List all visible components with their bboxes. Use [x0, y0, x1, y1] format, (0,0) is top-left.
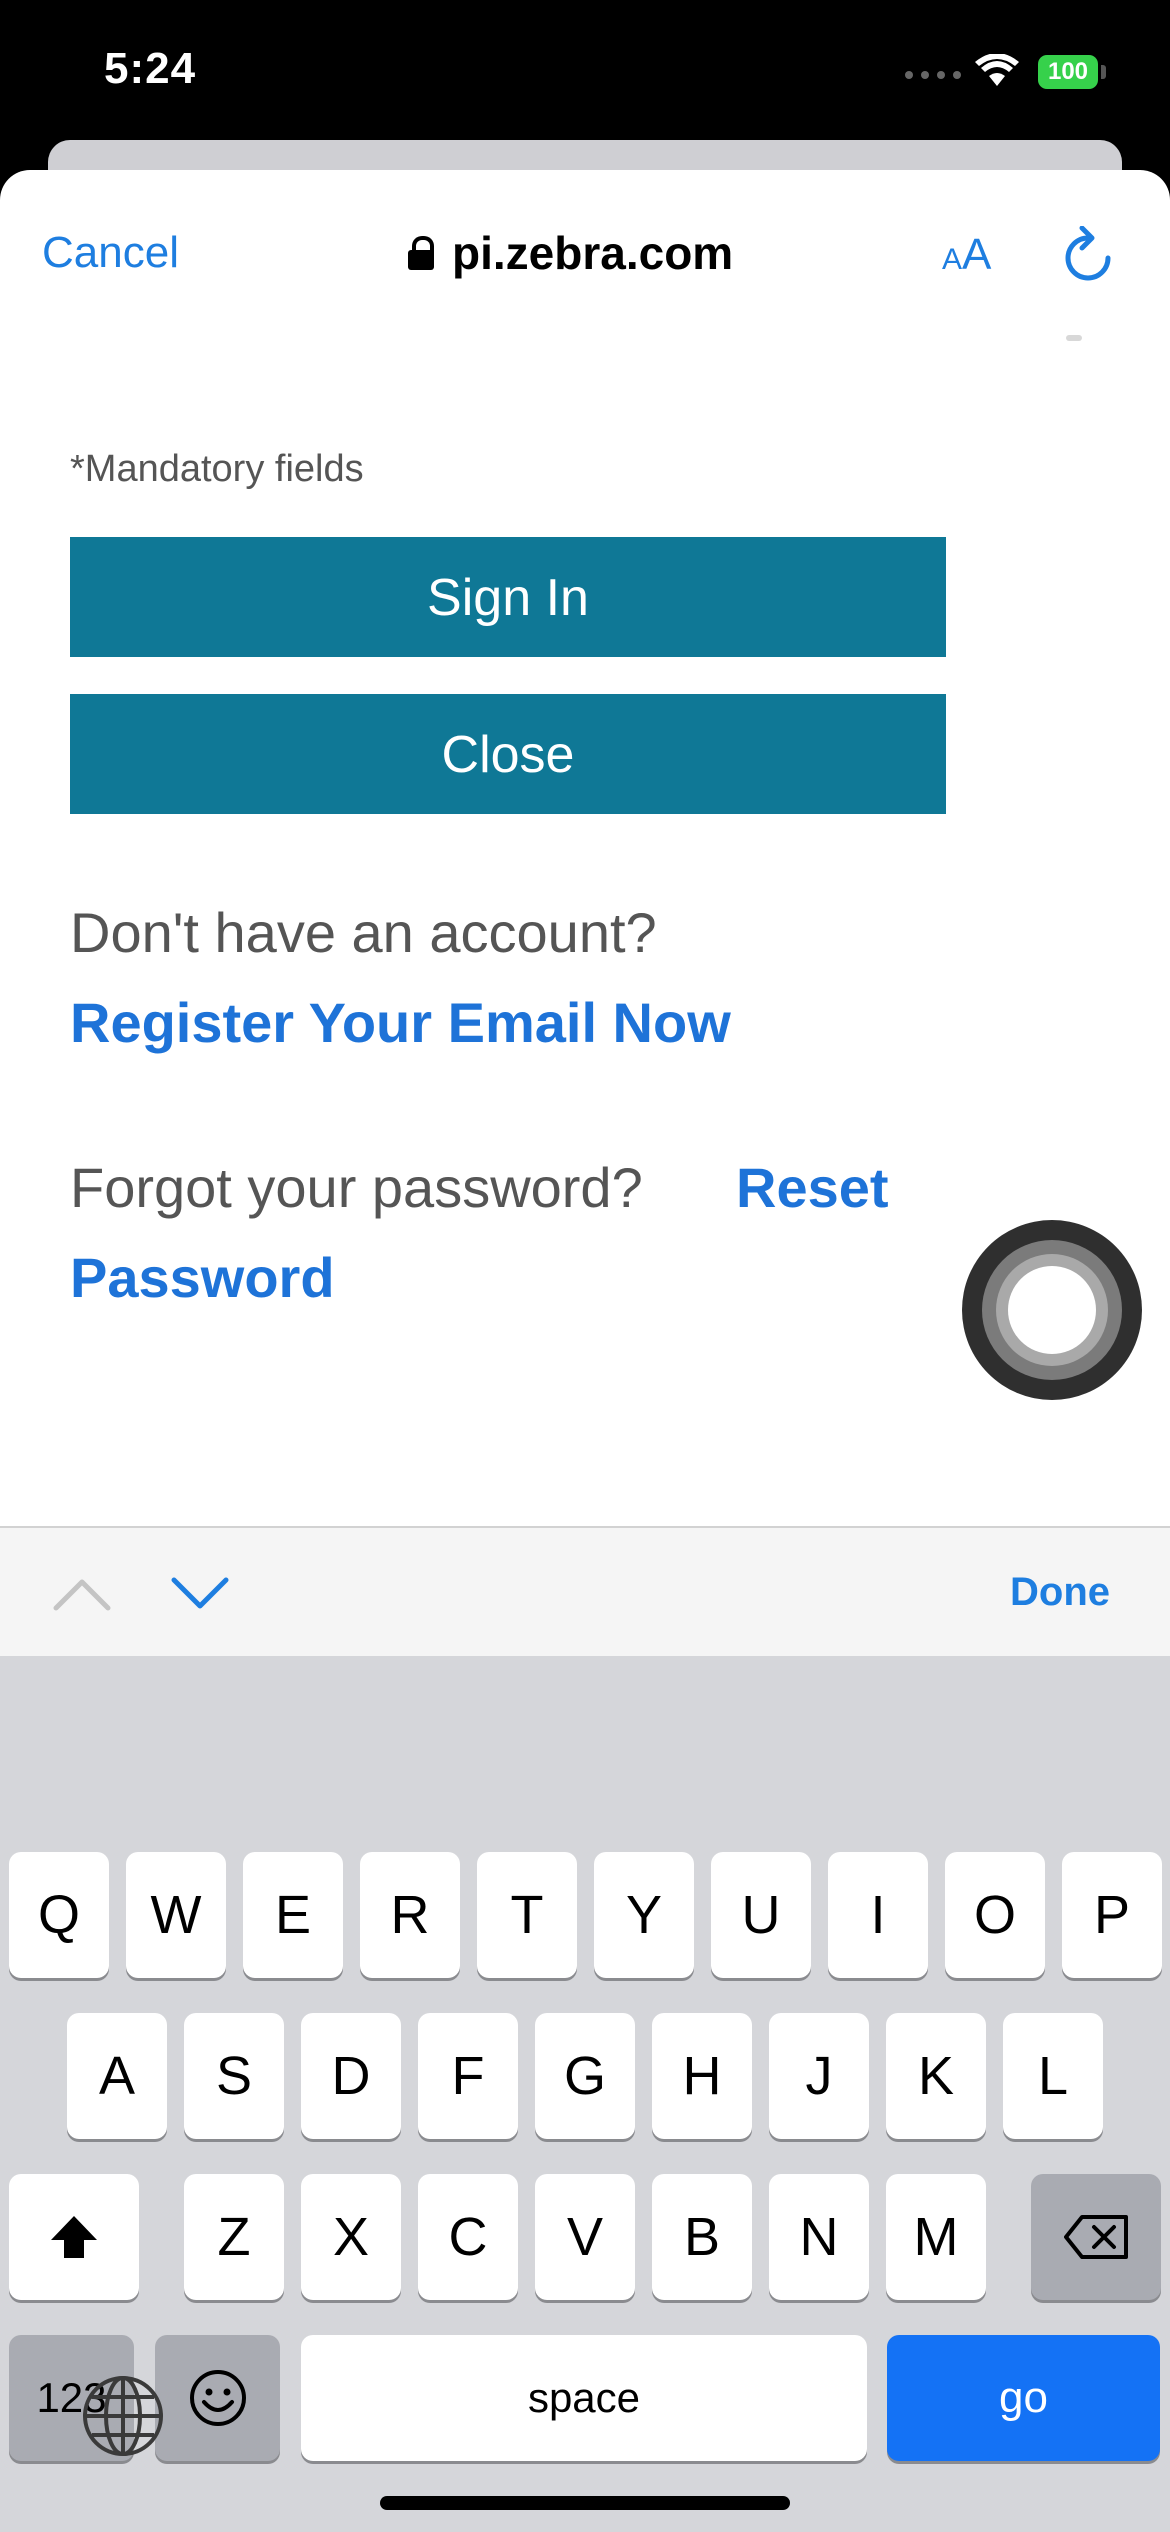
key-g[interactable]: G: [535, 2013, 635, 2139]
wifi-icon: [975, 54, 1019, 86]
key-o[interactable]: O: [945, 1852, 1045, 1978]
key-f[interactable]: F: [418, 2013, 518, 2139]
key-i[interactable]: I: [828, 1852, 928, 1978]
key-y[interactable]: Y: [594, 1852, 694, 1978]
url-text: pi.zebra.com: [452, 227, 734, 279]
mandatory-fields-note: *Mandatory fields: [70, 448, 364, 490]
done-button[interactable]: Done: [1010, 1570, 1110, 1615]
home-indicator: [380, 2496, 790, 2510]
key-m[interactable]: M: [886, 2174, 986, 2300]
delete-key[interactable]: [1031, 2174, 1161, 2300]
key-a[interactable]: A: [67, 2013, 167, 2139]
keyboard: Q W E R T Y U I O P A S D F G H J K L Z …: [0, 1656, 1170, 2532]
key-r[interactable]: R: [360, 1852, 460, 1978]
key-c[interactable]: C: [418, 2174, 518, 2300]
no-account-text: Don't have an account?: [70, 901, 657, 964]
status-time: 5:24: [104, 44, 197, 93]
key-v[interactable]: V: [535, 2174, 635, 2300]
reset-password-link-continued[interactable]: Password: [70, 1245, 335, 1310]
emoji-key[interactable]: [155, 2335, 280, 2461]
scroll-indicator: [1066, 335, 1082, 341]
shift-icon: [51, 2216, 97, 2258]
reload-icon[interactable]: [1062, 226, 1114, 284]
globe-icon[interactable]: [80, 2373, 166, 2459]
cellular-signal-icon: [905, 66, 975, 80]
key-n[interactable]: N: [769, 2174, 869, 2300]
key-p[interactable]: P: [1062, 1852, 1162, 1978]
battery-tip: [1101, 65, 1106, 79]
forgot-password-text: Forgot your password?: [70, 1156, 643, 1219]
safari-view-sheet: Cancel pi.zebra.com AA *Mandatory fields…: [0, 170, 1170, 2532]
key-w[interactable]: W: [126, 1852, 226, 1978]
key-u[interactable]: U: [711, 1852, 811, 1978]
key-t[interactable]: T: [477, 1852, 577, 1978]
text-size-icon[interactable]: AA: [942, 230, 991, 280]
key-k[interactable]: K: [886, 2013, 986, 2139]
address-bar[interactable]: pi.zebra.com: [408, 226, 733, 280]
previous-field-icon[interactable]: [52, 1576, 112, 1612]
shift-key[interactable]: [9, 2174, 139, 2300]
space-key[interactable]: space: [301, 2335, 867, 2461]
next-field-icon[interactable]: [170, 1576, 230, 1612]
key-l[interactable]: L: [1003, 2013, 1103, 2139]
key-h[interactable]: H: [652, 2013, 752, 2139]
browser-toolbar: Cancel pi.zebra.com AA: [0, 170, 1170, 341]
key-q[interactable]: Q: [9, 1852, 109, 1978]
key-e[interactable]: E: [243, 1852, 343, 1978]
emoji-icon: [189, 2370, 246, 2426]
status-bar: 5:24 100: [0, 0, 1170, 140]
key-j[interactable]: J: [769, 2013, 869, 2139]
reset-password-link[interactable]: Reset: [736, 1155, 889, 1220]
backspace-icon: [1064, 2215, 1128, 2259]
sign-in-button[interactable]: Sign In: [70, 537, 946, 657]
assistive-touch-button[interactable]: [962, 1220, 1142, 1400]
battery-indicator: 100: [1038, 55, 1098, 89]
key-x[interactable]: X: [301, 2174, 401, 2300]
keyboard-accessory-bar: Done: [0, 1526, 1170, 1658]
cancel-button[interactable]: Cancel: [42, 228, 179, 278]
lock-icon: [408, 236, 434, 270]
key-b[interactable]: B: [652, 2174, 752, 2300]
close-button[interactable]: Close: [70, 694, 946, 814]
register-email-link[interactable]: Register Your Email Now: [70, 990, 731, 1055]
go-key[interactable]: go: [887, 2335, 1160, 2461]
key-d[interactable]: D: [301, 2013, 401, 2139]
key-s[interactable]: S: [184, 2013, 284, 2139]
key-z[interactable]: Z: [184, 2174, 284, 2300]
